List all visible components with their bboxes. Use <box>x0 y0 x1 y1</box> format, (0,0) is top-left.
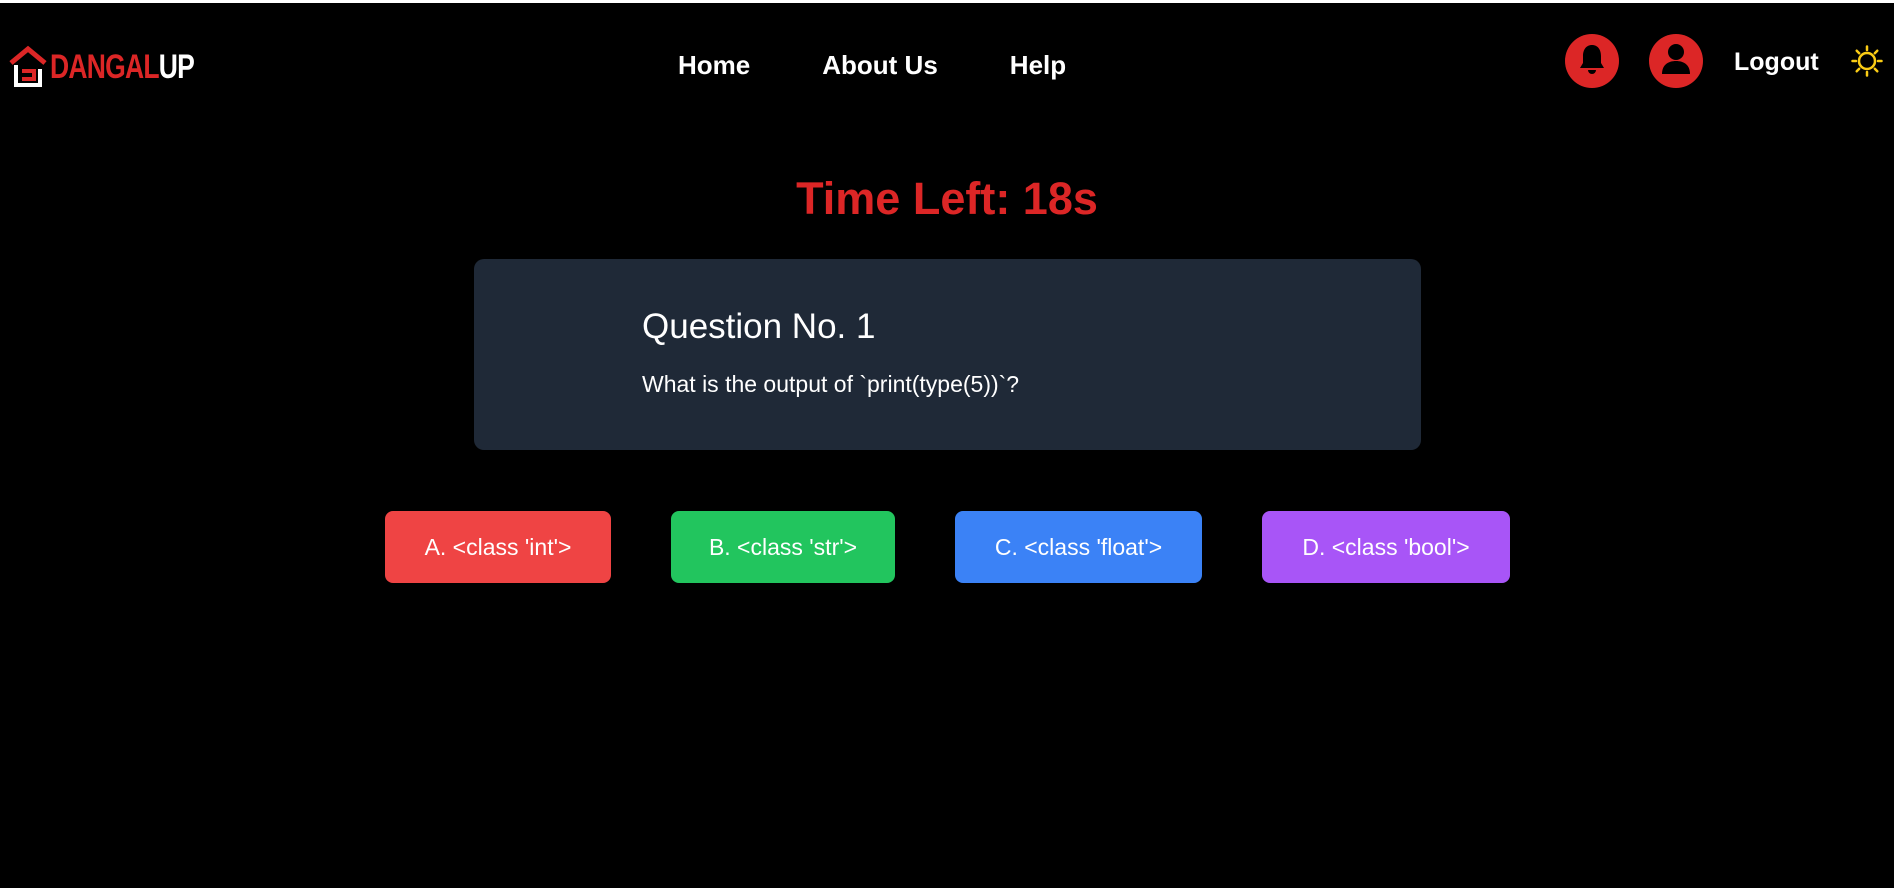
theme-toggle-button[interactable] <box>1851 45 1883 77</box>
profile-button[interactable] <box>1649 34 1703 88</box>
sun-icon <box>1851 45 1883 81</box>
option-b-button[interactable]: B. <class 'str'> <box>671 511 895 583</box>
option-d-button[interactable]: D. <class 'bool'> <box>1262 511 1510 583</box>
logout-button[interactable]: Logout <box>1734 44 1819 80</box>
question-number: Question No. 1 <box>642 307 876 346</box>
main-nav: Home About Us Help <box>678 47 1066 83</box>
nav-home-link[interactable]: Home <box>678 47 750 83</box>
bell-icon <box>1577 43 1607 80</box>
notifications-button[interactable] <box>1565 34 1619 88</box>
user-icon <box>1661 43 1691 80</box>
answer-options: A. <class 'int'> B. <class 'str'> C. <cl… <box>0 511 1894 583</box>
question-card: Question No. 1 What is the output of `pr… <box>474 259 1421 450</box>
nav-about-us-link[interactable]: About Us <box>822 47 938 83</box>
option-c-button[interactable]: C. <class 'float'> <box>955 511 1202 583</box>
site-logo[interactable]: DANGALUP <box>8 45 235 89</box>
option-a-button[interactable]: A. <class 'int'> <box>385 511 611 583</box>
nav-help-link[interactable]: Help <box>1010 47 1066 83</box>
home-logo-icon <box>8 45 48 89</box>
logo-text-up: UP <box>158 48 195 86</box>
question-text: What is the output of `print(type(5))`? <box>642 371 1020 397</box>
page: DANGALUP Home About Us Help Logout Time … <box>0 0 1894 888</box>
logo-text-dangal: DANGAL <box>50 48 160 86</box>
logo-text: DANGALUP <box>50 48 195 86</box>
time-left-timer: Time Left: 18s <box>796 173 1098 224</box>
